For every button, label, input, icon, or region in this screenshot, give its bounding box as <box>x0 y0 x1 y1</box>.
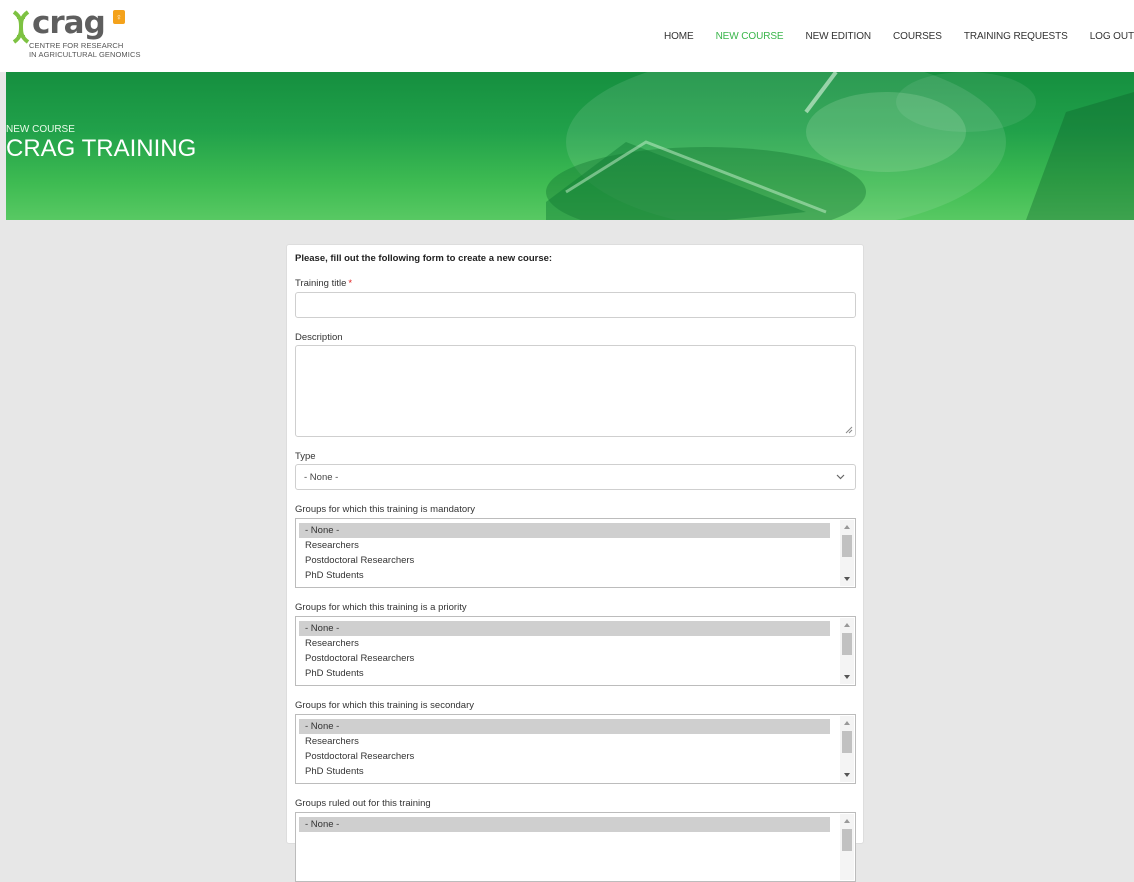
scroll-up-icon[interactable] <box>843 720 851 726</box>
page-title: CRAG TRAINING <box>6 135 197 162</box>
logo-subtitle-line2: IN AGRICULTURAL GENOMICS <box>29 50 141 59</box>
form-intro: Please, fill out the following form to c… <box>295 253 553 264</box>
type-select[interactable]: - None - <box>295 464 856 490</box>
site-header: crag ♀ CENTRE FOR RESEARCH IN AGRICULTUR… <box>0 0 1134 72</box>
scrollbar-thumb[interactable] <box>842 633 852 655</box>
resize-grip-icon[interactable] <box>845 426 853 434</box>
training-title-label: Training title * <box>295 278 352 289</box>
priority-groups-label: Groups for which this training is a prio… <box>295 602 467 613</box>
description-label: Description <box>295 332 343 343</box>
main-nav: HOME NEW COURSE NEW EDITION COURSES TRAI… <box>642 28 1134 44</box>
nav-new-course[interactable]: NEW COURSE <box>716 31 784 42</box>
scroll-up-icon[interactable] <box>843 818 851 824</box>
scrollbar-thumb[interactable] <box>842 829 852 851</box>
list-item[interactable]: Postdoctoral Researchers <box>299 553 830 568</box>
scroll-down-icon[interactable] <box>843 772 851 778</box>
nav-training-requests[interactable]: TRAINING REQUESTS <box>964 31 1068 42</box>
scrollbar-thumb[interactable] <box>842 731 852 753</box>
training-title-label-text: Training title <box>295 278 347 289</box>
new-course-form: Please, fill out the following form to c… <box>286 244 864 882</box>
scroll-up-icon[interactable] <box>843 622 851 628</box>
list-item[interactable]: Researchers <box>299 538 830 553</box>
list-item[interactable]: Researchers <box>299 734 830 749</box>
crag-logo[interactable]: crag ♀ CENTRE FOR RESEARCH IN AGRICULTUR… <box>10 6 160 64</box>
type-select-value: - None - <box>304 472 339 483</box>
list-item[interactable]: - None - <box>299 523 830 538</box>
scroll-up-icon[interactable] <box>843 524 851 530</box>
secondary-groups-multiselect[interactable]: - None - Researchers Postdoctoral Resear… <box>295 714 856 784</box>
logo-wordmark: crag <box>32 5 106 41</box>
list-item[interactable]: Researchers <box>299 636 830 651</box>
list-item[interactable]: - None - <box>299 621 830 636</box>
logo-badge: ♀ <box>113 10 125 24</box>
scroll-down-icon[interactable] <box>843 576 851 582</box>
ruled-out-groups-multiselect[interactable]: - None - <box>295 812 856 882</box>
nav-courses[interactable]: COURSES <box>893 31 942 42</box>
scrollbar[interactable] <box>840 520 854 586</box>
hero-eyebrow: NEW COURSE <box>6 124 75 135</box>
scrollbar[interactable] <box>840 618 854 684</box>
scrollbar[interactable] <box>840 716 854 782</box>
scroll-down-icon[interactable] <box>843 674 851 680</box>
scrollbar-thumb[interactable] <box>842 535 852 557</box>
nav-new-edition[interactable]: NEW EDITION <box>805 31 871 42</box>
hero-banner: NEW COURSE CRAG TRAINING <box>6 72 1134 220</box>
list-item[interactable]: PhD Students <box>299 764 830 779</box>
type-label: Type <box>295 451 316 462</box>
scrollbar[interactable] <box>840 814 854 880</box>
secondary-groups-label: Groups for which this training is second… <box>295 700 474 711</box>
nav-home[interactable]: HOME <box>664 31 694 42</box>
list-item[interactable]: PhD Students <box>299 568 830 583</box>
list-item[interactable]: PhD Students <box>299 666 830 681</box>
logo-subtitle-line1: CENTRE FOR RESEARCH <box>29 41 124 50</box>
chevron-down-icon <box>836 474 845 480</box>
list-item[interactable]: - None - <box>299 719 830 734</box>
ruled-out-groups-label: Groups ruled out for this training <box>295 798 431 809</box>
mandatory-groups-multiselect[interactable]: - None - Researchers Postdoctoral Resear… <box>295 518 856 588</box>
list-item[interactable]: Postdoctoral Researchers <box>299 749 830 764</box>
list-item[interactable]: Postdoctoral Researchers <box>299 651 830 666</box>
priority-groups-multiselect[interactable]: - None - Researchers Postdoctoral Resear… <box>295 616 856 686</box>
mandatory-groups-label: Groups for which this training is mandat… <box>295 504 476 515</box>
nav-log-out[interactable]: LOG OUT <box>1090 31 1134 42</box>
description-textarea[interactable] <box>295 345 856 437</box>
required-mark: * <box>348 278 353 289</box>
training-title-input[interactable] <box>295 292 856 318</box>
